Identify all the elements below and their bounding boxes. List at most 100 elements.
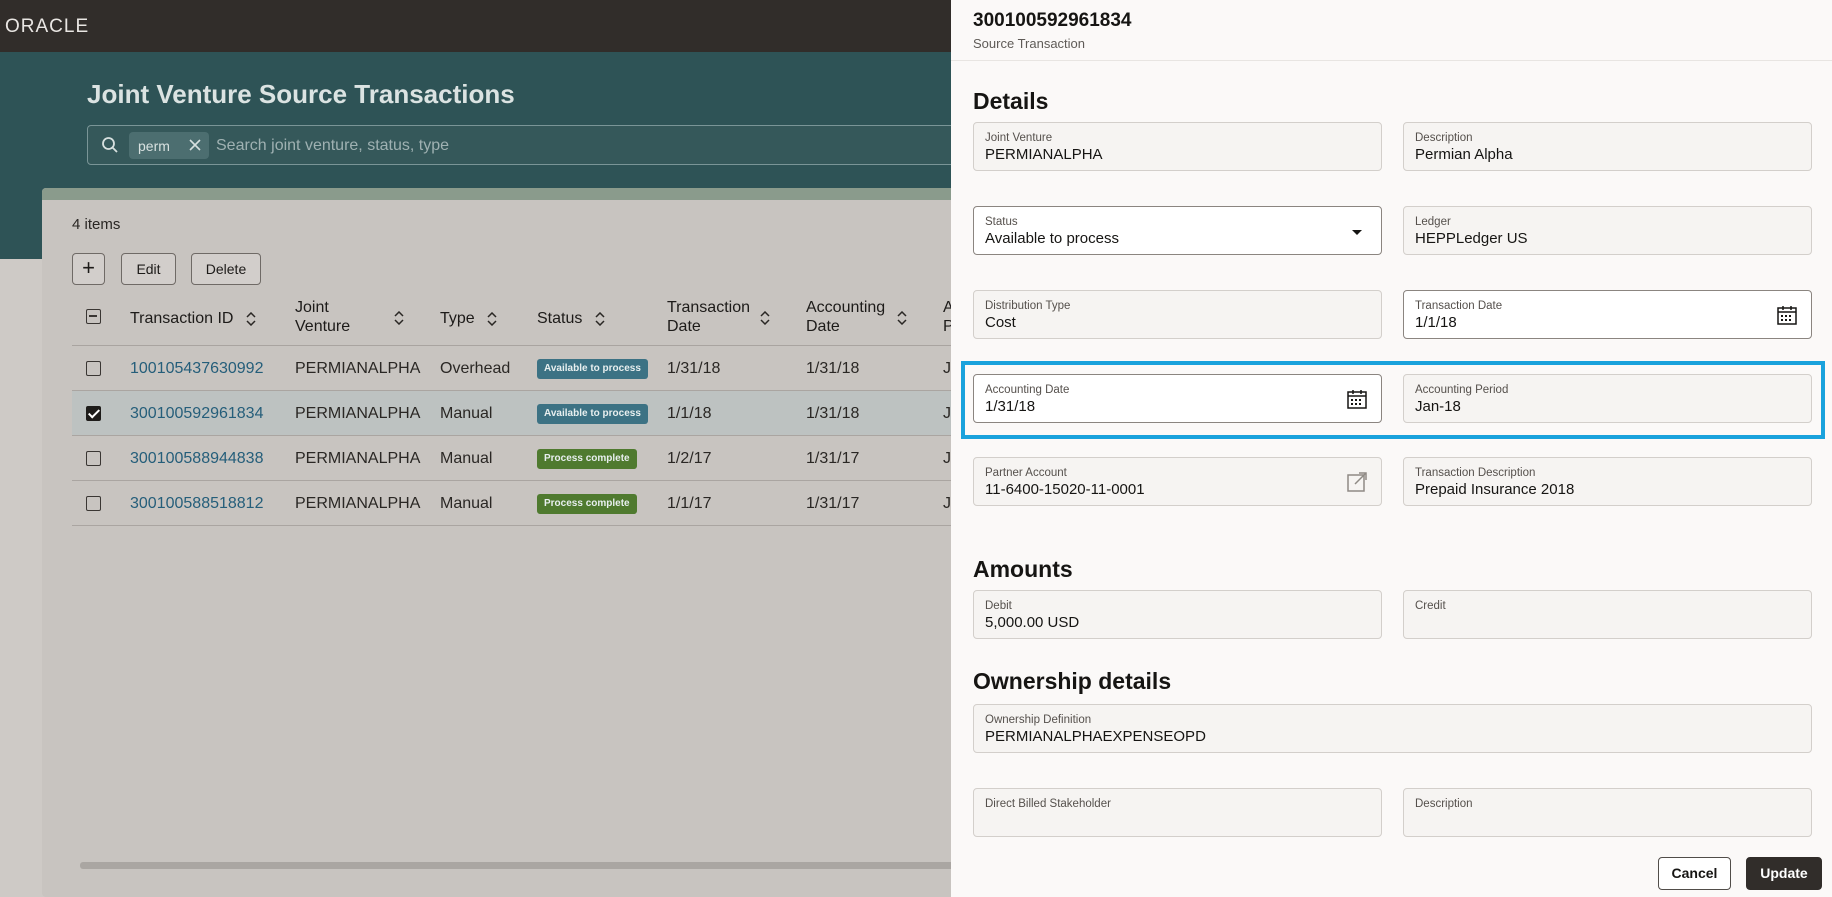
joint-venture-cell: PERMIANALPHA: [295, 495, 421, 512]
calendar-icon[interactable]: [1346, 388, 1368, 410]
field-value: Prepaid Insurance 2018: [1415, 481, 1575, 498]
transaction-date-cell: 1/1/17: [667, 495, 712, 512]
type-cell: Manual: [440, 405, 493, 422]
ownership-description-field: Description: [1403, 788, 1812, 837]
column-label: Status: [537, 310, 583, 327]
cancel-button[interactable]: Cancel: [1658, 857, 1731, 890]
type-cell: Manual: [440, 495, 493, 512]
status-select[interactable]: Status Available to process: [973, 206, 1382, 255]
select-all-checkbox[interactable]: [86, 309, 101, 324]
column-label: Accounting Date: [806, 299, 886, 335]
field-value: Available to process: [985, 230, 1119, 247]
type-cell: Manual: [440, 450, 493, 467]
row-checkbox[interactable]: [86, 496, 101, 511]
transaction-date-cell: 1/1/18: [667, 405, 712, 422]
accounting-period-field: Accounting Period Jan-18: [1403, 374, 1812, 423]
external-link-icon[interactable]: [1346, 471, 1368, 493]
search-chip-label: perm: [138, 138, 170, 154]
accounting-date-cell: 1/31/17: [806, 450, 860, 467]
debit-field: Debit 5,000.00 USD: [973, 590, 1382, 639]
column-header-type[interactable]: Type: [440, 309, 497, 328]
transaction-description-field: Transaction Description Prepaid Insuranc…: [1403, 457, 1812, 506]
column-header-transaction-date[interactable]: Transaction Date: [667, 298, 757, 336]
close-icon[interactable]: [187, 137, 203, 153]
transaction-date-input[interactable]: Transaction Date 1/1/18: [1403, 290, 1812, 339]
column-header-accounting-date[interactable]: Accounting Date: [806, 298, 896, 336]
row-checkbox[interactable]: [86, 406, 101, 421]
joint-venture-cell: PERMIANALPHA: [295, 450, 421, 467]
status-badge: Available to process: [537, 404, 648, 424]
field-value: PERMIANALPHAEXPENSEOPD: [985, 728, 1206, 745]
accounting-date-cell: 1/31/18: [806, 405, 860, 422]
search-icon: [102, 137, 118, 153]
search-bar[interactable]: perm Search joint venture, status, type: [87, 125, 987, 165]
field-label: Distribution Type: [985, 300, 1071, 312]
partner-account-field: Partner Account 11-6400-15020-11-0001: [973, 457, 1382, 506]
accounting-period-cell: J: [943, 495, 951, 512]
transaction-date-cell: 1/2/17: [667, 450, 712, 467]
update-button[interactable]: Update: [1746, 857, 1822, 890]
ownership-definition-field: Ownership Definition PERMIANALPHAEXPENSE…: [973, 704, 1812, 753]
oracle-logo[interactable]: ORACLE: [5, 16, 89, 38]
accounting-date-cell: 1/31/18: [806, 360, 860, 377]
field-label: Joint Venture: [985, 132, 1053, 144]
transaction-id-link[interactable]: 100105437630992: [130, 360, 263, 378]
table-row[interactable]: 300100588944838 PERMIANALPHA Manual Proc…: [72, 436, 1002, 481]
distribution-type-field: Distribution Type Cost: [973, 290, 1382, 339]
column-label: Joint Venture: [295, 299, 351, 335]
status-badge: Process complete: [537, 494, 637, 514]
accounting-period-cell: J: [943, 360, 951, 377]
transaction-date-cell: 1/31/18: [667, 360, 721, 377]
section-title-ownership: Ownership details: [973, 668, 1172, 694]
field-label: Transaction Date: [1415, 300, 1503, 312]
delete-button[interactable]: Delete: [191, 253, 261, 285]
sort-icon[interactable]: [897, 311, 907, 325]
field-label: Description: [1415, 798, 1473, 810]
field-label: Status: [985, 216, 1018, 228]
row-checkbox[interactable]: [86, 451, 101, 466]
field-value: HEPPLedger US: [1415, 230, 1528, 247]
accounting-date-input[interactable]: Accounting Date 1/31/18: [973, 374, 1382, 423]
horizontal-scrollbar[interactable]: [80, 862, 1000, 869]
edit-button[interactable]: Edit: [121, 253, 176, 285]
sort-icon[interactable]: [246, 311, 256, 326]
table-row[interactable]: 100105437630992 PERMIANALPHA Overhead Av…: [72, 346, 1002, 391]
field-label: Partner Account: [985, 467, 1067, 479]
field-label: Ownership Definition: [985, 714, 1092, 726]
row-checkbox[interactable]: [86, 361, 101, 376]
column-header-joint-venture[interactable]: Joint Venture: [295, 298, 375, 336]
add-button[interactable]: +: [72, 253, 105, 285]
field-value: 1/31/18: [985, 398, 1036, 415]
column-label: Transaction Date: [667, 299, 750, 335]
field-value: Jan-18: [1415, 398, 1461, 415]
accounting-period-cell: J: [943, 405, 951, 422]
drawer-header: 300100592961834 Source Transaction: [951, 0, 1832, 61]
ledger-field: Ledger HEPPLedger US: [1403, 206, 1812, 255]
search-filter-chip[interactable]: perm: [129, 132, 209, 159]
calendar-icon[interactable]: [1776, 304, 1798, 326]
transaction-id-link[interactable]: 300100588944838: [130, 450, 263, 468]
joint-venture-cell: PERMIANALPHA: [295, 405, 421, 422]
joint-venture-field: Joint Venture PERMIANALPHA: [973, 122, 1382, 171]
field-value: Permian Alpha: [1415, 146, 1513, 163]
card-banner: [42, 188, 1002, 200]
sort-icon[interactable]: [760, 311, 770, 325]
field-label: Direct Billed Stakeholder: [985, 798, 1111, 810]
sort-icon[interactable]: [487, 311, 497, 326]
field-label: Debit: [985, 600, 1012, 612]
column-header-transaction-id[interactable]: Transaction ID: [130, 309, 256, 328]
transaction-id-link[interactable]: 300100588518812: [130, 495, 263, 513]
chevron-down-icon[interactable]: [1346, 221, 1368, 243]
field-value: PERMIANALPHA: [985, 146, 1103, 163]
field-label: Ledger: [1415, 216, 1451, 228]
column-label: Type: [440, 310, 475, 327]
search-input[interactable]: Search joint venture, status, type: [216, 137, 449, 155]
table-row[interactable]: 300100588518812 PERMIANALPHA Manual Proc…: [72, 481, 1002, 526]
field-label: Transaction Description: [1415, 467, 1536, 479]
table-row[interactable]: 300100592961834 PERMIANALPHA Manual Avai…: [72, 391, 1002, 436]
column-header-status[interactable]: Status: [537, 309, 605, 328]
transaction-id-link[interactable]: 300100592961834: [130, 405, 263, 423]
sort-icon[interactable]: [394, 311, 404, 325]
credit-field: Credit: [1403, 590, 1812, 639]
sort-icon[interactable]: [595, 311, 605, 326]
